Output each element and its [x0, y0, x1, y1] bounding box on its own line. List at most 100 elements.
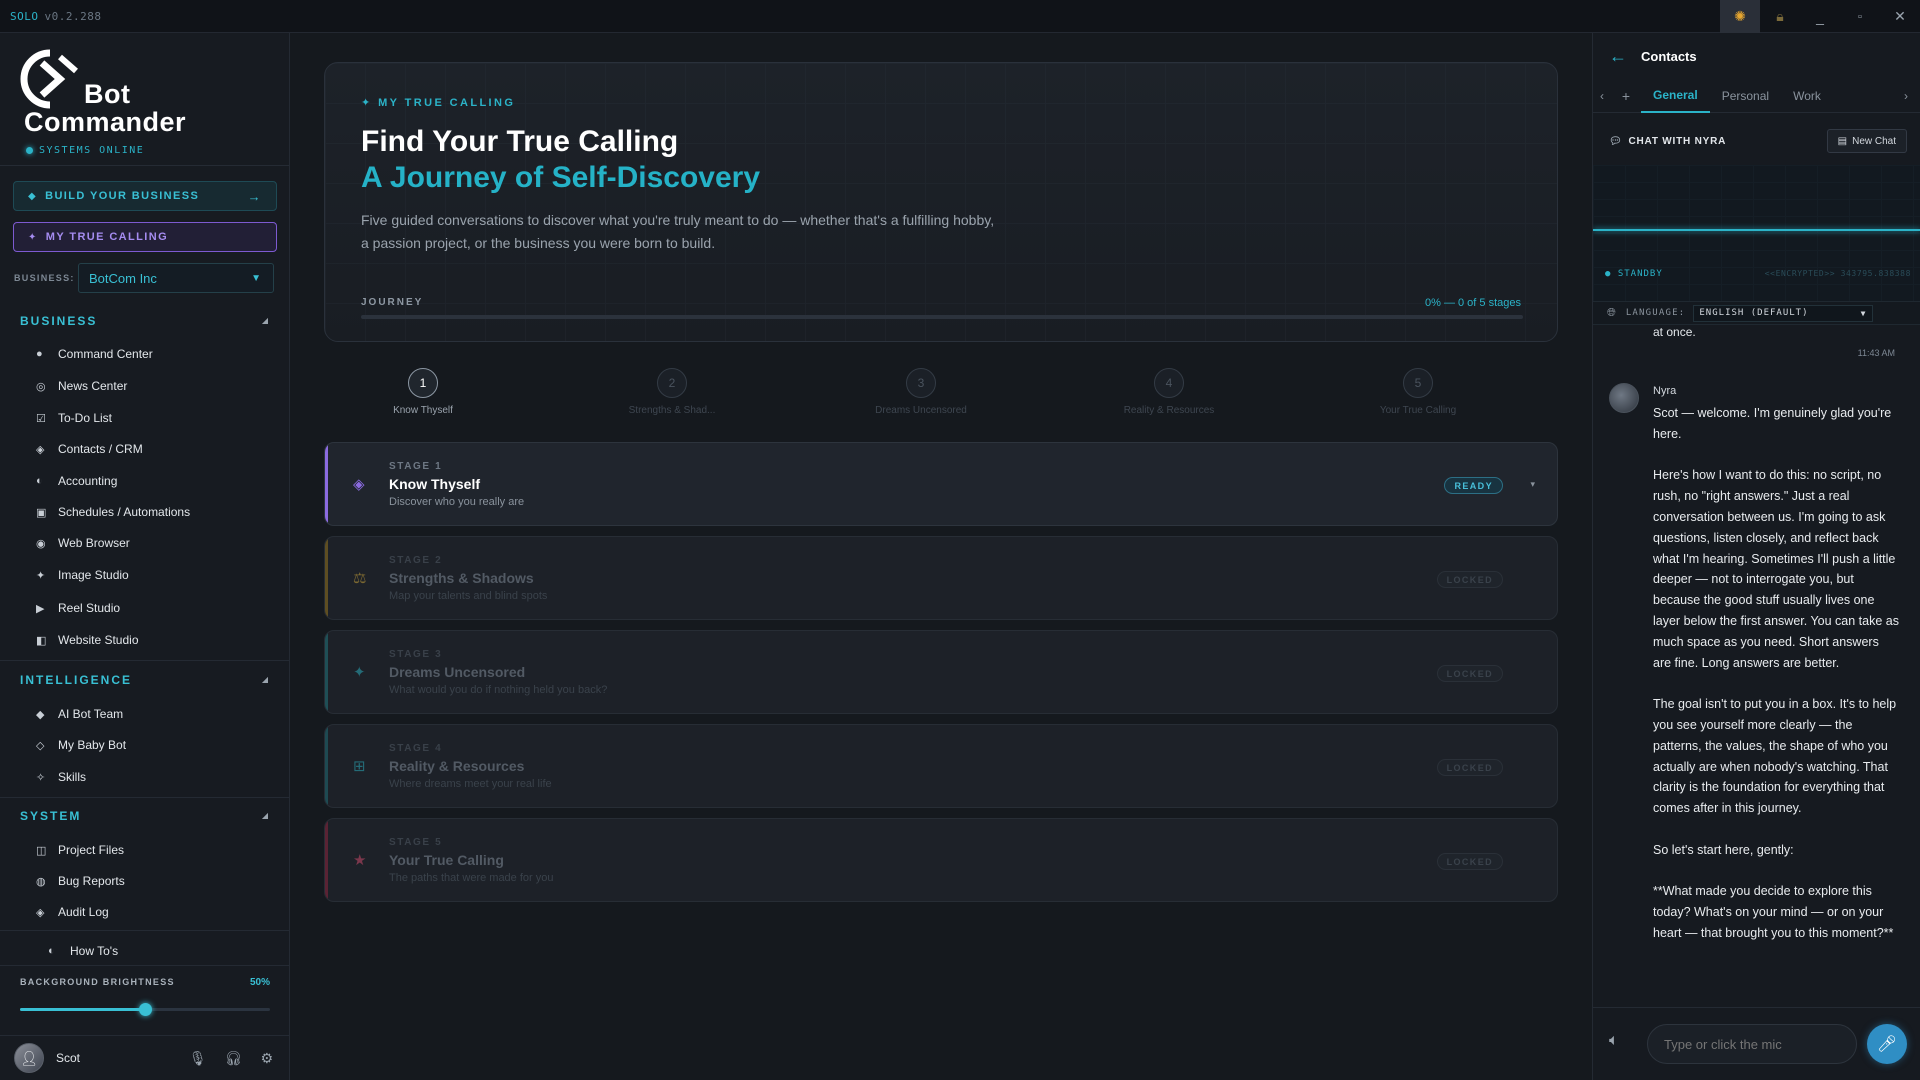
back-arrow-icon[interactable]: ←: [1609, 46, 1627, 67]
stage-title: Your True Calling: [389, 852, 504, 868]
tab-general[interactable]: General: [1641, 79, 1710, 113]
nav-project-files[interactable]: ◫ Project Files: [36, 839, 124, 861]
chat-panel-title: Contacts: [1641, 48, 1697, 64]
minimize-button[interactable]: _: [1800, 0, 1840, 33]
nav-ai-bot-team[interactable]: ◆ AI Bot Team: [36, 703, 123, 725]
nav-website-studio[interactable]: ◧ Website Studio: [36, 629, 139, 651]
chevron-left-icon[interactable]: ‹: [1593, 89, 1611, 103]
section-title: SYSTEM: [20, 809, 82, 823]
chevron-right-icon[interactable]: ›: [1897, 89, 1915, 103]
new-chat-label: New Chat: [1852, 135, 1896, 147]
add-tab-icon[interactable]: +: [1611, 88, 1641, 104]
stage-card-1[interactable]: ◈ STAGE 1 Know Thyself Discover who you …: [324, 442, 1558, 526]
stage-card-5[interactable]: ★ STAGE 5 Your True Calling The paths th…: [324, 818, 1558, 902]
step-3[interactable]: 3 Dreams Uncensored: [831, 368, 1011, 416]
globe-icon: 🌐︎: [1607, 306, 1616, 319]
brightness-slider[interactable]: [20, 1003, 270, 1016]
sparkle-icon: ✦: [28, 231, 38, 243]
nav-how-tos[interactable]: ◐ How To's: [48, 940, 118, 962]
stage-card-2[interactable]: ⚖ STAGE 2 Strengths & Shadows Map your t…: [324, 536, 1558, 620]
avatar: [1609, 383, 1639, 413]
nav-news-center[interactable]: ◎ News Center: [36, 375, 127, 397]
nav-image-studio[interactable]: ✦ Image Studio: [36, 564, 129, 586]
window-controls: ✺ 🔒︎ _ ▫ ✕: [1720, 0, 1920, 33]
nav-label: Project Files: [58, 843, 125, 857]
mic-button[interactable]: 🎤︎: [1867, 1024, 1907, 1064]
stage-title: Know Thyself: [389, 476, 481, 492]
language-select[interactable]: ENGLISH (DEFAULT) ▼: [1693, 304, 1874, 322]
chat-input[interactable]: [1647, 1024, 1857, 1064]
nav-skills[interactable]: ✧ Skills: [36, 766, 86, 788]
nav-web-browser[interactable]: ◉ Web Browser: [36, 532, 130, 554]
stage-subtitle: The paths that were made for you: [389, 872, 554, 884]
speaker-icon[interactable]: 🔈︎: [1609, 1032, 1619, 1050]
hero-eyebrow: ✦ MY TRUE CALLING: [361, 96, 515, 109]
step-5[interactable]: 5 Your True Calling: [1328, 368, 1508, 416]
new-chat-button[interactable]: ▤ New Chat: [1826, 129, 1907, 153]
nav-contacts-crm[interactable]: ◈ Contacts / CRM: [36, 438, 143, 460]
maximize-button[interactable]: ▫: [1840, 0, 1880, 33]
step-number: 1: [408, 368, 438, 398]
my-true-calling-button[interactable]: ✦ MY TRUE CALLING: [13, 222, 277, 252]
nav-todo-list[interactable]: ☑ To-Do List: [36, 407, 112, 429]
step-2[interactable]: 2 Strengths & Shad...: [582, 368, 762, 416]
user-icon: 👤︎: [20, 1049, 38, 1066]
close-button[interactable]: ✕: [1880, 0, 1920, 33]
lock-button[interactable]: 🔒︎: [1760, 0, 1800, 33]
stage-card-3[interactable]: ✦ STAGE 3 Dreams Uncensored What would y…: [324, 630, 1558, 714]
nav-audit-log[interactable]: ◈ Audit Log: [36, 901, 109, 923]
step-1[interactable]: 1 Know Thyself: [333, 368, 513, 416]
arrow-right-icon: →: [247, 188, 262, 204]
section-business-header[interactable]: BUSINESS ◢: [20, 314, 270, 328]
nav-command-center[interactable]: ● Command Center: [36, 343, 153, 365]
nav-label: Command Center: [58, 347, 153, 361]
message-body: Scot — welcome. I'm genuinely glad you'r…: [1653, 403, 1899, 965]
section-system-header[interactable]: SYSTEM ◢: [20, 809, 270, 823]
business-select[interactable]: BotCom Inc ▼: [78, 263, 274, 293]
nav-label: AI Bot Team: [58, 707, 124, 721]
status-badge: LOCKED: [1436, 665, 1503, 682]
nav-my-baby-bot[interactable]: ◇ My Baby Bot: [36, 734, 126, 756]
stage-stepper: 1 Know Thyself 2 Strengths & Shad... 3 D…: [324, 368, 1558, 428]
mic-icon[interactable]: 🎙︎: [189, 1050, 207, 1067]
main-content: ✦ MY TRUE CALLING Find Your True Calling…: [290, 33, 1592, 1080]
document-icon: ▤: [1837, 135, 1848, 147]
help-icon: ◐: [48, 945, 55, 957]
sparkle-icon: ✦: [353, 664, 366, 681]
gear-icon[interactable]: ⚙: [260, 1050, 273, 1067]
headphones-icon[interactable]: 🎧︎: [225, 1050, 243, 1067]
tab-personal[interactable]: Personal: [1710, 79, 1781, 113]
theme-toggle-button[interactable]: ✺: [1720, 0, 1760, 33]
step-4[interactable]: 4 Reality & Resources: [1079, 368, 1259, 416]
section-title: INTELLIGENCE: [20, 673, 133, 687]
nav-label: Audit Log: [58, 905, 109, 919]
stage-title: Dreams Uncensored: [389, 664, 526, 680]
message-paragraph: So let's start here, gently:: [1653, 842, 1794, 857]
stage-number: STAGE 4: [389, 743, 443, 754]
avatar[interactable]: 👤︎: [14, 1043, 44, 1073]
stage-accent-bar: [325, 443, 328, 525]
nav-reel-studio[interactable]: ▶ Reel Studio: [36, 597, 120, 619]
tab-work[interactable]: Work: [1781, 79, 1833, 113]
standby-status: ● STANDBY: [1605, 269, 1663, 279]
chat-tabs: ‹ + General Personal Work ›: [1593, 79, 1920, 113]
contacts-icon: ◈: [36, 443, 45, 456]
minimize-icon: _: [1816, 8, 1824, 25]
chat-header: ← Contacts: [1593, 33, 1920, 79]
stage-card-4[interactable]: ⊞ STAGE 4 Reality & Resources Where drea…: [324, 724, 1558, 808]
build-your-business-button[interactable]: ◆ BUILD YOUR BUSINESS →: [13, 181, 277, 211]
nav-bug-reports[interactable]: ◍ Bug Reports: [36, 870, 125, 892]
chevron-down-icon[interactable]: ▾: [1530, 479, 1535, 490]
nav-label: Website Studio: [58, 633, 139, 647]
slider-handle[interactable]: [139, 1003, 152, 1016]
step-label: Strengths & Shad...: [628, 405, 716, 416]
message-list: at once. 11:43 AM Nyra Scot — welcome. I…: [1593, 325, 1920, 1007]
mic-icon: 🎤︎: [1876, 1036, 1898, 1053]
chat-input-bar: 🔈︎ 🎤︎: [1593, 1007, 1920, 1080]
nav-accounting[interactable]: ◐ Accounting: [36, 470, 117, 492]
nav-schedules-automations[interactable]: ▣ Schedules / Automations: [36, 501, 190, 523]
shield-icon: ◈: [36, 906, 45, 919]
brightness-value: 50%: [249, 977, 270, 988]
journey-progress-bar: [361, 315, 1523, 319]
section-intelligence-header[interactable]: INTELLIGENCE ◢: [20, 673, 270, 687]
